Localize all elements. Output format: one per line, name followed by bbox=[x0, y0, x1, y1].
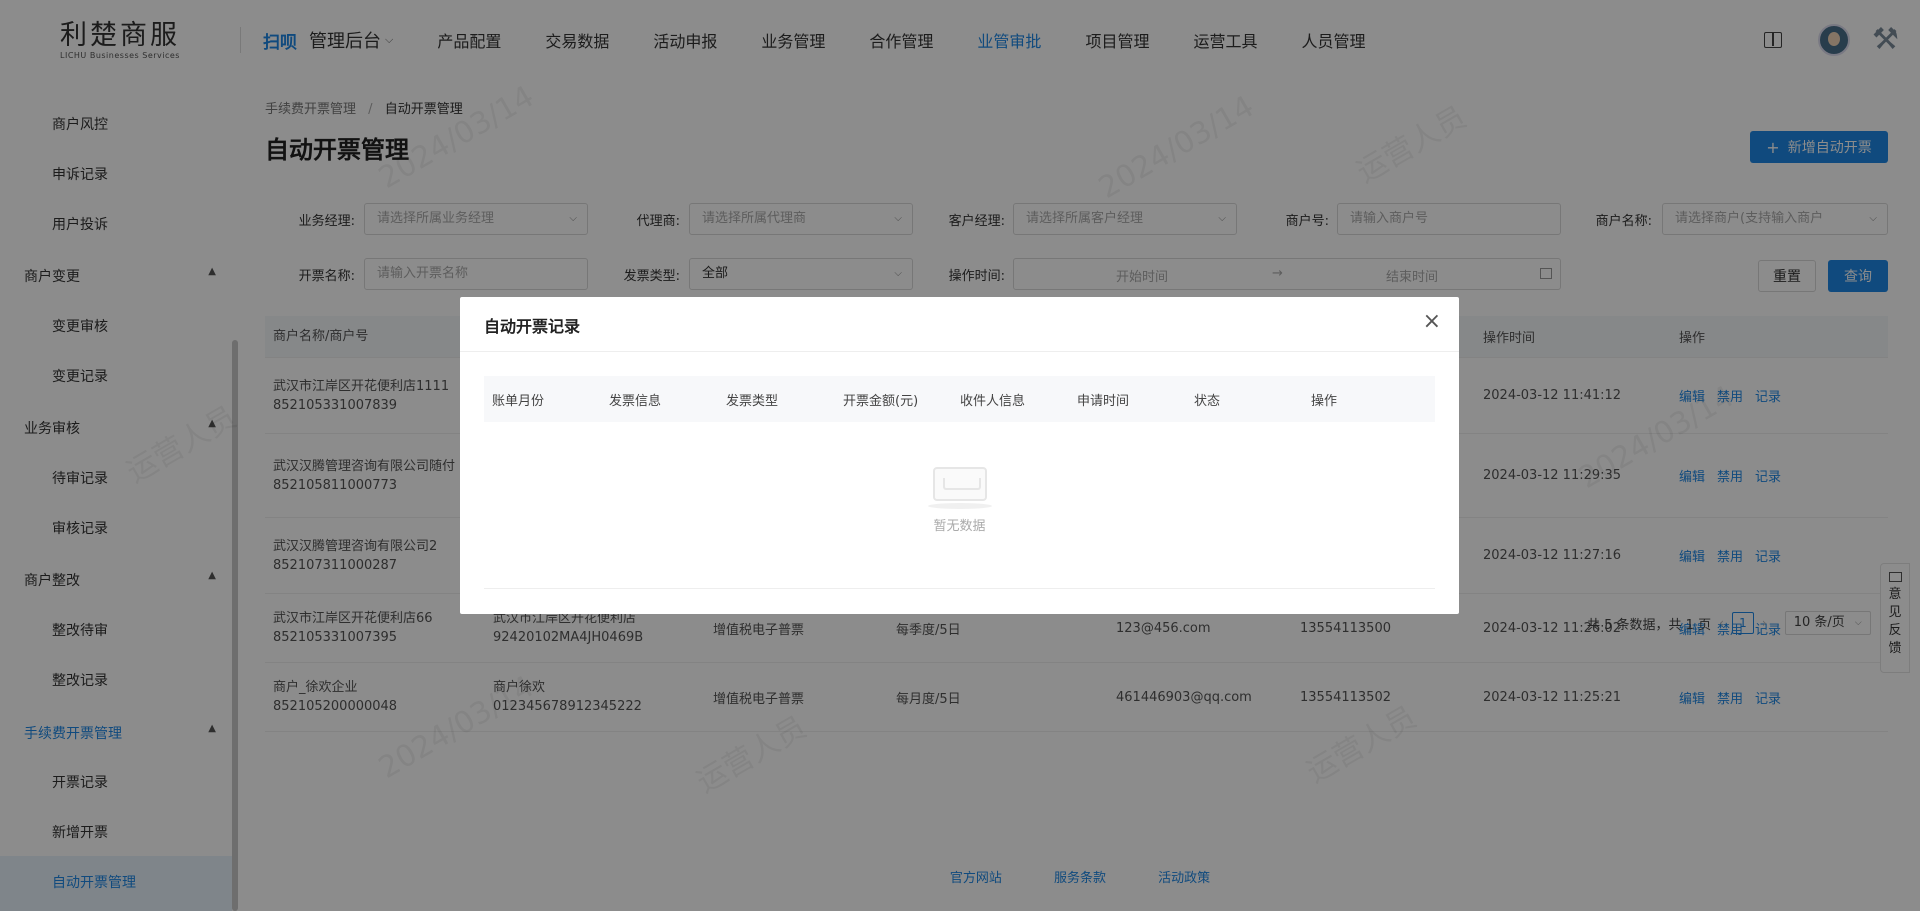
close-icon[interactable]: × bbox=[1423, 309, 1441, 335]
column-header: 发票类型 bbox=[726, 393, 779, 409]
column-header: 开票金额(元) bbox=[843, 393, 919, 409]
empty-shadow bbox=[927, 503, 992, 509]
empty-state: 暂无数据 bbox=[460, 467, 1459, 534]
column-header: 操作 bbox=[1311, 393, 1338, 409]
modal-bottom-divider bbox=[484, 588, 1435, 589]
empty-text: 暂无数据 bbox=[933, 519, 986, 534]
column-header: 申请时间 bbox=[1077, 393, 1130, 409]
auto-invoice-record-modal: 自动开票记录 × 账单月份 发票信息 发票类型 开票金额(元) 收件人信息 申请… bbox=[460, 297, 1459, 614]
empty-inbox-icon bbox=[932, 467, 987, 501]
column-header: 发票信息 bbox=[609, 393, 662, 409]
column-header: 账单月份 bbox=[492, 393, 545, 409]
column-header: 收件人信息 bbox=[960, 393, 1026, 409]
modal-title: 自动开票记录 bbox=[484, 317, 581, 336]
column-header: 状态 bbox=[1194, 393, 1221, 409]
modal-divider bbox=[460, 351, 1459, 352]
modal-table-header: 账单月份 发票信息 发票类型 开票金额(元) 收件人信息 申请时间 状态 操作 bbox=[484, 376, 1435, 422]
